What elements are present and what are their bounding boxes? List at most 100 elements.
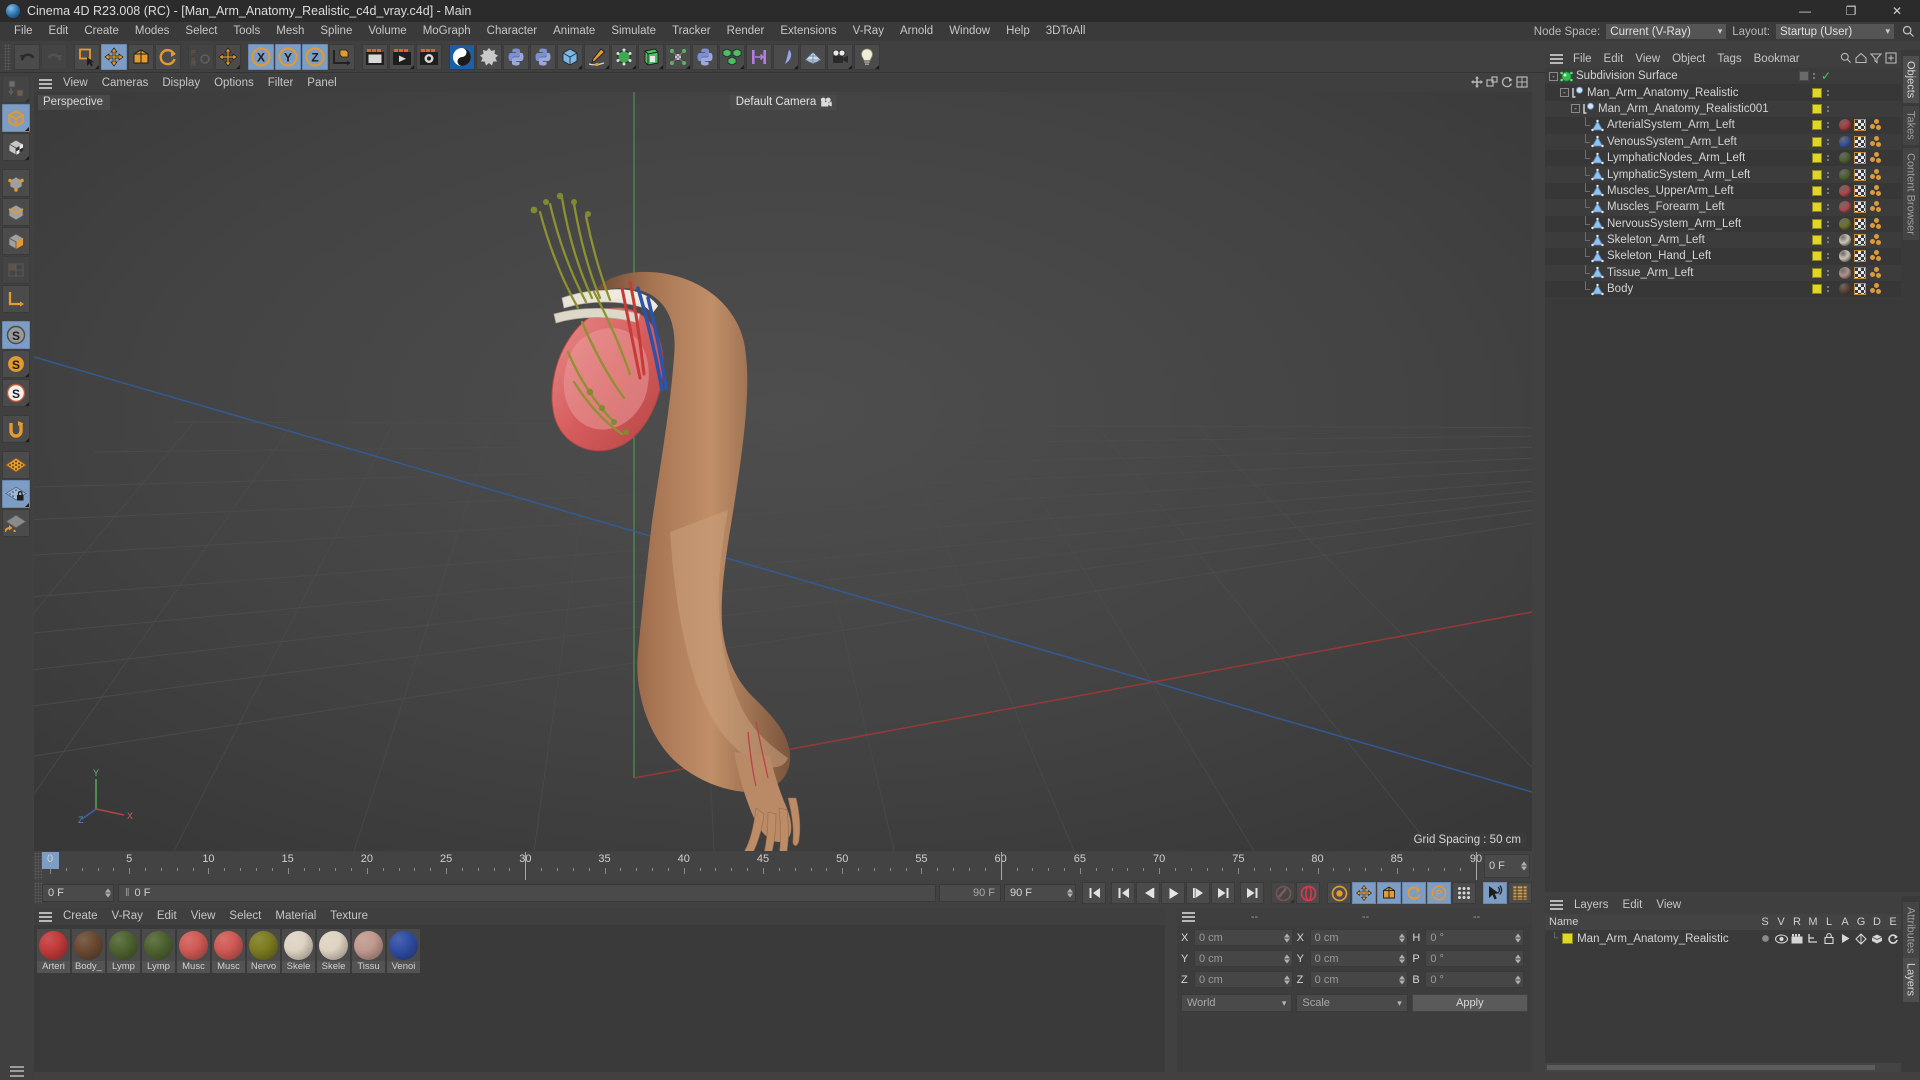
menu-render[interactable]: Render bbox=[719, 22, 773, 41]
menu-file[interactable]: File bbox=[6, 22, 41, 41]
object-row[interactable]: VenousSystem_Arm_Left bbox=[1545, 133, 1901, 150]
spinner-icon[interactable] bbox=[1515, 933, 1522, 942]
visibility-dots[interactable] bbox=[1824, 269, 1831, 276]
coordinate-system-select[interactable]: World ▾ bbox=[1181, 994, 1293, 1012]
layer-color-swatch[interactable] bbox=[1812, 267, 1822, 278]
menu-v-ray[interactable]: V-Ray bbox=[845, 22, 892, 41]
side-tab-takes[interactable]: Takes bbox=[1902, 106, 1919, 146]
minimize-button[interactable]: — bbox=[1782, 0, 1828, 22]
size-y-input[interactable]: 0 cm bbox=[1309, 950, 1409, 967]
menu-mograph[interactable]: MoGraph bbox=[415, 22, 479, 41]
material-swatch[interactable]: Arteri bbox=[37, 929, 70, 973]
object-row[interactable]: - Subdivision Surface ✓ bbox=[1545, 68, 1901, 85]
polygons-mode-button[interactable] bbox=[2, 227, 30, 255]
toolbar-grip[interactable] bbox=[4, 43, 11, 70]
array-generator-button[interactable] bbox=[638, 43, 664, 70]
python-generator-button[interactable] bbox=[530, 43, 556, 70]
go-to-start-button[interactable] bbox=[1082, 882, 1106, 904]
texture-tag-icon[interactable] bbox=[1854, 266, 1866, 279]
layer-color-empty[interactable] bbox=[1798, 71, 1809, 82]
phong-tag-icon[interactable] bbox=[1869, 217, 1881, 230]
timeline-frame-field[interactable]: 0 F bbox=[1484, 854, 1530, 878]
texture-tag-icon[interactable] bbox=[1854, 168, 1866, 181]
visibility-dots[interactable] bbox=[1824, 155, 1831, 162]
start-frame-field[interactable]: 0 F bbox=[42, 884, 114, 902]
material-tag-icon[interactable] bbox=[1839, 234, 1851, 247]
landscape-button[interactable] bbox=[800, 43, 826, 70]
make-editable-button[interactable] bbox=[2, 75, 30, 103]
lock-workplane-button[interactable] bbox=[2, 480, 30, 508]
texture-tag-icon[interactable] bbox=[1854, 250, 1866, 263]
material-tag-icon[interactable] bbox=[1839, 250, 1851, 263]
vray-button[interactable] bbox=[449, 43, 475, 70]
maximize-button[interactable]: ❐ bbox=[1828, 0, 1874, 22]
psr-reset-button[interactable]: PSR bbox=[188, 43, 214, 70]
texture-mode-button[interactable] bbox=[2, 133, 30, 161]
side-tab-content-browser[interactable]: Content Browser bbox=[1902, 148, 1919, 240]
visibility-dots[interactable] bbox=[1811, 73, 1818, 80]
object-menu-edit[interactable]: Edit bbox=[1598, 50, 1630, 68]
phong-tag-icon[interactable] bbox=[1869, 266, 1881, 279]
object-row[interactable]: Skeleton_Hand_Left bbox=[1545, 248, 1901, 265]
phong-tag-icon[interactable] bbox=[1869, 283, 1881, 295]
menu-character[interactable]: Character bbox=[479, 22, 546, 41]
visibility-dots[interactable] bbox=[1824, 237, 1831, 244]
model-mode-button[interactable] bbox=[2, 104, 30, 132]
deformer-button[interactable] bbox=[665, 43, 691, 70]
spinner-icon[interactable] bbox=[1521, 861, 1527, 871]
home-icon[interactable] bbox=[1855, 52, 1867, 67]
lock-y-axis-button[interactable]: Y bbox=[275, 43, 301, 70]
material-swatch[interactable]: Tissu bbox=[352, 929, 385, 973]
mograph-cloner-button[interactable] bbox=[719, 43, 745, 70]
layer-horizontal-scrollbar[interactable] bbox=[1545, 1063, 1901, 1072]
expander-toggle[interactable]: - bbox=[1571, 104, 1580, 114]
layer-color-swatch[interactable] bbox=[1812, 153, 1822, 164]
go-to-next-keyframe-button[interactable] bbox=[1211, 882, 1235, 904]
points-mode-button[interactable] bbox=[2, 169, 30, 197]
object-row[interactable]: - Man_Arm_Anatomy_Realistic001 bbox=[1545, 100, 1901, 118]
lock-x-axis-button[interactable]: X bbox=[248, 43, 274, 70]
material-tag-icon[interactable] bbox=[1839, 201, 1851, 214]
material-tag-icon[interactable] bbox=[1839, 168, 1851, 181]
world-coordinate-system-button[interactable] bbox=[329, 43, 355, 70]
apply-button[interactable]: Apply bbox=[1411, 994, 1528, 1012]
material-swatch[interactable]: Nervo bbox=[247, 929, 280, 973]
expander-toggle[interactable]: - bbox=[1549, 71, 1558, 81]
preview-range-field[interactable]: 90 F bbox=[939, 884, 1001, 902]
rotation-h-input[interactable]: 0 ° bbox=[1425, 929, 1525, 946]
material-swatch[interactable]: Skele bbox=[282, 929, 315, 973]
menu-mesh[interactable]: Mesh bbox=[268, 22, 312, 41]
menu-arnold[interactable]: Arnold bbox=[892, 22, 941, 41]
viewport-menu-display[interactable]: Display bbox=[155, 75, 207, 92]
search-icon[interactable] bbox=[1840, 52, 1852, 67]
spline-pen-button[interactable] bbox=[584, 43, 610, 70]
end-frame-field[interactable]: 90 F bbox=[1004, 884, 1076, 902]
material-menu-material[interactable]: Material bbox=[268, 908, 323, 925]
texture-tag-icon[interactable] bbox=[1854, 283, 1866, 296]
menu-tools[interactable]: Tools bbox=[225, 22, 268, 41]
material-swatch[interactable]: Venoi bbox=[387, 929, 420, 973]
render-settings-button[interactable] bbox=[416, 43, 442, 70]
scale-key-button[interactable] bbox=[1377, 882, 1401, 904]
transform-mode-select[interactable]: Scale ▾ bbox=[1296, 994, 1408, 1012]
position-z-input[interactable]: 0 cm bbox=[1194, 971, 1293, 988]
visibility-dots[interactable] bbox=[1824, 138, 1831, 145]
object-axis-mode-button[interactable] bbox=[2, 285, 30, 313]
menu-select[interactable]: Select bbox=[177, 22, 225, 41]
side-tab-objects[interactable]: Objects bbox=[1902, 56, 1919, 104]
layer-color-swatch[interactable] bbox=[1812, 202, 1822, 213]
position-y-input[interactable]: 0 cm bbox=[1194, 950, 1293, 967]
move-camera-icon[interactable] bbox=[1471, 76, 1483, 91]
side-tab-attributes[interactable]: Attributes bbox=[1902, 902, 1919, 959]
object-row[interactable]: - Man_Arm_Anatomy_Realistic bbox=[1545, 84, 1901, 101]
viewport-hamburger-icon[interactable] bbox=[38, 78, 53, 90]
visibility-dots[interactable] bbox=[1824, 105, 1831, 112]
phong-tag-icon[interactable] bbox=[1869, 135, 1881, 148]
object-menu-tags[interactable]: Tags bbox=[1711, 50, 1747, 68]
render-to-picture-viewer-button[interactable] bbox=[389, 43, 415, 70]
quantize-button[interactable]: S bbox=[2, 379, 30, 407]
solo-icon[interactable] bbox=[1757, 933, 1773, 944]
texture-tag-icon[interactable] bbox=[1854, 119, 1866, 132]
spinner-icon[interactable] bbox=[1283, 933, 1290, 942]
search-icon[interactable] bbox=[1900, 24, 1916, 40]
